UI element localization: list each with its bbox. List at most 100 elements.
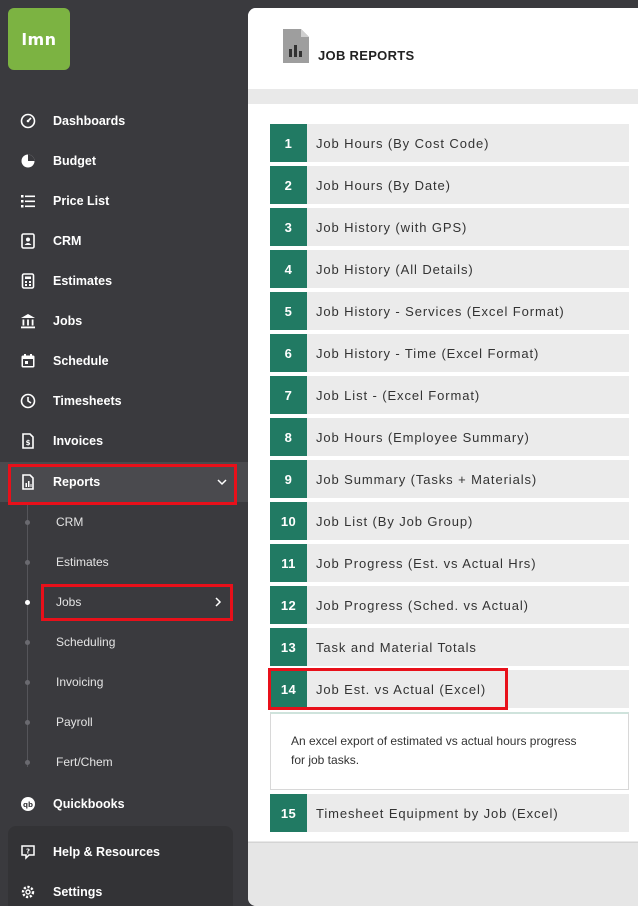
nav-timesheets[interactable]: Timesheets (0, 381, 248, 421)
sub-item-label: Payroll (56, 715, 93, 729)
logo-text: lmn (21, 29, 57, 49)
report-row[interactable]: 4 Job History (All Details) (270, 250, 629, 288)
nav-crm[interactable]: CRM (0, 221, 248, 261)
bullet-dot (25, 719, 30, 725)
svg-text:qb: qb (23, 801, 33, 809)
report-row[interactable]: 5 Job History - Services (Excel Format) (270, 292, 629, 330)
nav-dashboards[interactable]: Dashboards (0, 101, 248, 141)
report-label: Job Progress (Est. vs Actual Hrs) (316, 555, 537, 571)
gauge-icon (20, 113, 36, 129)
report-number: 5 (270, 292, 307, 330)
svg-text:$: $ (26, 439, 31, 447)
report-number: 13 (270, 628, 307, 666)
bank-icon (20, 313, 36, 329)
report-row[interactable]: 13 Task and Material Totals (270, 628, 629, 666)
page-footer (248, 842, 638, 906)
report-row[interactable]: 11 Job Progress (Est. vs Actual Hrs) (270, 544, 629, 582)
nav-label: Budget (53, 154, 97, 168)
report-label: Task and Material Totals (316, 639, 477, 655)
report-list: 1 Job Hours (By Cost Code) 2 Job Hours (By… (248, 104, 638, 841)
report-description: An excel export of estimated vs actual h… (291, 734, 577, 767)
nav-label: Quickbooks (53, 797, 125, 811)
report-row[interactable]: 8 Job Hours (Employee Summary) (270, 418, 629, 456)
sub-item-estimates[interactable]: Estimates (0, 542, 248, 582)
nav-estimates[interactable]: Estimates (0, 261, 248, 301)
report-number: 4 (270, 250, 307, 288)
lmn-logo[interactable]: lmn (8, 8, 70, 70)
sub-item-label: CRM (56, 515, 84, 529)
report-label: Job List (By Job Group) (316, 513, 474, 529)
sub-item-label: Invoicing (56, 675, 104, 689)
report-row[interactable]: 1 Job Hours (By Cost Code) (270, 124, 629, 162)
report-document-icon (283, 29, 309, 63)
report-row[interactable]: 3 Job History (with GPS) (270, 208, 629, 246)
sub-item-fert-chem[interactable]: Fert/Chem (0, 742, 248, 782)
nav-price-list[interactable]: Price List (0, 181, 248, 221)
bullet-dot (25, 639, 30, 645)
report-label: Job Hours (By Cost Code) (316, 135, 490, 151)
nav-label: Settings (53, 885, 103, 899)
sub-item-scheduling[interactable]: Scheduling (0, 622, 248, 662)
report-number: 3 (270, 208, 307, 246)
report-label: Job Progress (Sched. vs Actual) (316, 597, 529, 613)
report-row[interactable]: 9 Job Summary (Tasks + Materials) (270, 460, 629, 498)
nav-budget[interactable]: Budget (0, 141, 248, 181)
bullet-dot (25, 519, 30, 525)
nav-quickbooks[interactable]: qb Quickbooks (0, 784, 248, 824)
report-number: 1 (270, 124, 307, 162)
report-14-highlight (268, 668, 508, 710)
report-label: Job History - Services (Excel Format) (316, 303, 565, 319)
sub-item-crm[interactable]: CRM (0, 502, 248, 542)
report-row[interactable]: 6 Job History - Time (Excel Format) (270, 334, 629, 372)
nav-label: Invoices (53, 434, 104, 448)
bullet-dot (25, 599, 30, 605)
list-icon (20, 193, 36, 209)
gear-icon (20, 884, 36, 900)
nav-label: Help & Resources (53, 845, 160, 859)
sub-item-invoicing[interactable]: Invoicing (0, 662, 248, 702)
bullet-dot (25, 679, 30, 685)
report-label: Timesheet Equipment by Job (Excel) (316, 805, 559, 821)
report-number: 9 (270, 460, 307, 498)
sub-item-payroll[interactable]: Payroll (0, 702, 248, 742)
contact-card-icon (20, 233, 36, 249)
report-label: Job History - Time (Excel Format) (316, 345, 540, 361)
nav-label: CRM (53, 234, 82, 248)
report-number: 12 (270, 586, 307, 624)
main-panel: JOB REPORTS 1 Job Hours (By Cost Code) 2J… (248, 8, 638, 906)
nav-invoices[interactable]: $ Invoices (0, 421, 248, 461)
svg-text:?: ? (26, 848, 30, 856)
page-title: JOB REPORTS (318, 48, 415, 63)
report-label: Job History (All Details) (316, 261, 474, 277)
reports-highlight (8, 464, 237, 505)
report-number: 2 (270, 166, 307, 204)
bullet-dot (25, 759, 30, 765)
report-row[interactable]: 2 Job Hours (By Date) (270, 166, 629, 204)
report-number: 6 (270, 334, 307, 372)
sub-item-label: Estimates (56, 555, 109, 569)
nav-settings[interactable]: Settings (0, 872, 248, 906)
nav-label: Schedule (53, 354, 109, 368)
nav-schedule[interactable]: Schedule (0, 341, 248, 381)
report-description-panel: An excel export of estimated vs actual h… (270, 712, 629, 790)
report-number: 11 (270, 544, 307, 582)
help-icon: ? (20, 844, 36, 860)
nav-label: Timesheets (53, 394, 122, 408)
nav-jobs[interactable]: Jobs (0, 301, 248, 341)
nav-help-resources[interactable]: ? Help & Resources (0, 832, 248, 872)
pie-chart-icon (20, 153, 36, 169)
report-label: Job Hours (By Date) (316, 177, 451, 193)
page-header: JOB REPORTS (248, 8, 638, 89)
report-row[interactable]: 10 Job List (By Job Group) (270, 502, 629, 540)
quickbooks-icon: qb (20, 796, 36, 812)
report-row[interactable]: 15 Timesheet Equipment by Job (Excel) (270, 794, 629, 832)
report-row[interactable]: 12 Job Progress (Sched. vs Actual) (270, 586, 629, 624)
bullet-dot (25, 559, 30, 565)
report-label: Job Hours (Employee Summary) (316, 429, 530, 445)
sub-item-label: Fert/Chem (56, 755, 113, 769)
report-row[interactable]: 7 Job List - (Excel Format) (270, 376, 629, 414)
sidebar: lmn Dashboards Budget Price List CRM Est… (0, 0, 248, 906)
report-number: 7 (270, 376, 307, 414)
nav-label: Jobs (53, 314, 83, 328)
calculator-icon (20, 273, 36, 289)
